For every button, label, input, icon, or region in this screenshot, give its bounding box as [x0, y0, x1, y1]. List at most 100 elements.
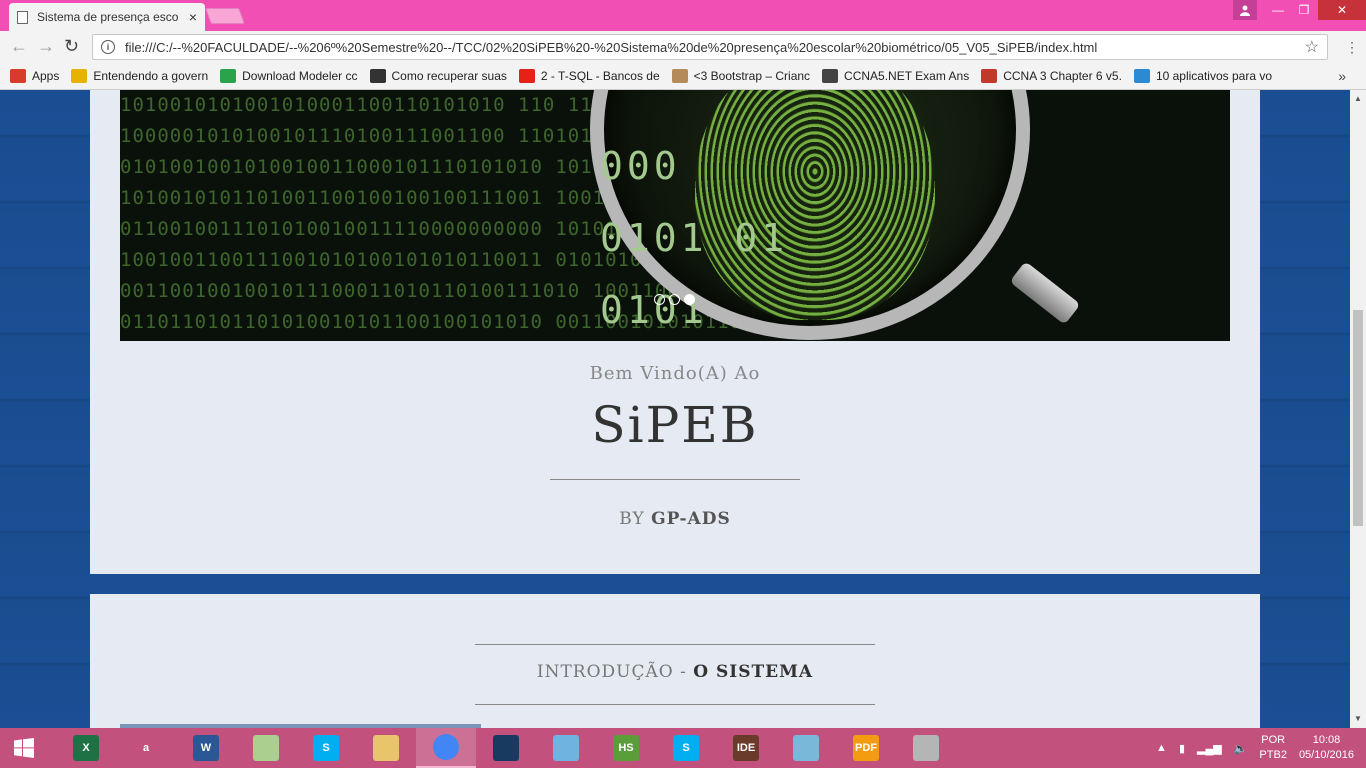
taskbar-app-word[interactable]: W [176, 728, 236, 768]
address-bar[interactable]: i file:///C:/--%20FACULDADE/--%206º%20Se… [92, 34, 1328, 60]
bookmarks-more-button[interactable]: » [1338, 68, 1346, 84]
bookmark-item[interactable]: CCNA5.NET Exam Ans [822, 69, 969, 83]
bookmark-favicon-icon [518, 69, 535, 83]
bookmark-label: Download Modeler cc [242, 69, 358, 83]
clock-time: 10:08 [1312, 734, 1341, 746]
windows-logo-icon [14, 738, 34, 758]
volume-icon[interactable]: 🔈 [1234, 742, 1248, 755]
battery-icon[interactable]: ▮ [1179, 742, 1185, 755]
taskbar-app-app-a[interactable]: a [116, 728, 176, 768]
bookmark-favicon-icon [981, 69, 998, 83]
intro-prefix: INTRODUÇÃO - [536, 662, 694, 682]
bookmark-label: CCNA 3 Chapter 6 v5. [1003, 69, 1122, 83]
app-gallery-icon [253, 735, 279, 761]
brand-title: SiPEB [591, 396, 759, 454]
taskbar-app-hs[interactable]: HS [596, 728, 656, 768]
bookmark-item[interactable]: Como recuperar suas [369, 69, 507, 83]
document-icon [17, 10, 28, 24]
carousel-dot[interactable] [654, 294, 665, 305]
skype-1-icon: S [313, 735, 339, 761]
taskbar-app-app-gallery[interactable] [236, 728, 296, 768]
keyboard-layout: PTB2 [1259, 749, 1287, 761]
minimize-button[interactable]: — [1265, 0, 1291, 20]
taskbar-app-cube[interactable] [536, 728, 596, 768]
bookmark-label: Como recuperar suas [391, 69, 507, 83]
language-indicator[interactable]: POR PTB2 [1259, 733, 1287, 763]
bookmark-star-icon[interactable]: ☆ [1305, 37, 1319, 57]
taskbar-app-chrome[interactable] [416, 728, 476, 768]
excel-icon: X [73, 735, 99, 761]
apps-grid-icon [10, 69, 26, 83]
bookmark-item[interactable]: 2 - T-SQL - Bancos de [518, 69, 660, 83]
hero-panel: 1010010101001010001100110101010 110 1101… [90, 90, 1260, 574]
close-window-button[interactable]: ✕ [1318, 0, 1366, 20]
taskbar-app-pdf[interactable]: PDF [836, 728, 896, 768]
carousel-dot[interactable] [669, 294, 680, 305]
window-titlebar: Sistema de presença esco × — ❐ ✕ [0, 0, 1366, 31]
welcome-text: Bem Vindo(A) Ao [589, 363, 761, 384]
bookmark-item[interactable]: Download Modeler cc [220, 69, 358, 83]
scroll-up-arrow[interactable]: ▲ [1354, 94, 1362, 103]
taskbar-app-skype-2[interactable]: S [656, 728, 716, 768]
virtualbox-icon [493, 735, 519, 761]
tab-title: Sistema de presença esco [37, 10, 179, 24]
taskbar-app-skype-1[interactable]: S [296, 728, 356, 768]
cube-icon [553, 735, 579, 761]
start-button[interactable] [0, 728, 48, 768]
taskbar-app-explorer[interactable] [356, 728, 416, 768]
taskbar-app-app-swirl[interactable] [896, 728, 956, 768]
intro-divider-top [475, 644, 875, 645]
bookmark-favicon-icon [220, 69, 237, 83]
browser-tab[interactable]: Sistema de presença esco × [9, 3, 205, 31]
intro-divider-bottom [475, 704, 875, 705]
lens-binary-row: 0101 [600, 288, 708, 332]
bookmark-label: 10 aplicativos para vo [1155, 69, 1273, 83]
browser-menu-icon[interactable]: ⋮ [1345, 39, 1359, 56]
page-viewport: 1010010101001010001100110101010 110 1101… [0, 90, 1350, 728]
lens-binary-row: 0101 01 [600, 216, 789, 260]
reload-button[interactable]: ↻ [64, 36, 79, 57]
bookmark-item[interactable]: Entendendo a govern [71, 69, 208, 83]
word-icon: W [193, 735, 219, 761]
taskbar-app-app-blue[interactable] [776, 728, 836, 768]
byline: BY GP-ADS [90, 509, 1260, 529]
app-swirl-icon [913, 735, 939, 761]
bookmark-favicon-icon [671, 69, 688, 83]
info-icon[interactable]: i [101, 40, 115, 54]
intro-panel: INTRODUÇÃO - O SISTEMA [90, 594, 1260, 728]
taskbar-app-virtualbox[interactable] [476, 728, 536, 768]
carousel-dot[interactable] [684, 294, 695, 305]
network-icon[interactable]: ▂▄▆ [1197, 742, 1222, 755]
page-scrollbar[interactable]: ▲ ▼ [1350, 90, 1366, 728]
taskbar-app-excel[interactable]: X [56, 728, 116, 768]
bookmark-favicon-icon [71, 69, 88, 83]
bookmark-favicon-icon [1133, 69, 1150, 83]
explorer-icon [373, 735, 399, 761]
scroll-thumb[interactable] [1353, 310, 1363, 526]
skype-2-icon: S [673, 735, 699, 761]
bookmark-item[interactable]: CCNA 3 Chapter 6 v5. [981, 69, 1122, 83]
profile-icon[interactable] [1233, 0, 1257, 20]
tray-up-icon[interactable]: ▲ [1156, 742, 1167, 754]
bookmark-item[interactable]: Apps [10, 69, 59, 83]
url-text[interactable]: file:///C:/--%20FACULDADE/--%206º%20Seme… [125, 40, 1305, 55]
bookmark-label: Entendendo a govern [93, 69, 209, 83]
app-blue-icon [793, 735, 819, 761]
bookmark-item[interactable]: 10 aplicativos para vo [1133, 69, 1273, 83]
system-tray: ▲ ▮ ▂▄▆ 🔈 POR PTB2 10:08 05/10/2016 [1150, 728, 1366, 768]
lens-binary: 000 0101 01 0101 [600, 130, 788, 341]
forward-button[interactable]: → [37, 36, 55, 57]
intro-name: O SISTEMA [693, 662, 814, 682]
clock[interactable]: 10:08 05/10/2016 [1299, 733, 1354, 763]
language-code: POR [1261, 734, 1286, 746]
scroll-down-arrow[interactable]: ▼ [1354, 714, 1362, 723]
hs-icon: HS [613, 735, 639, 761]
bookmark-item[interactable]: <3 Bootstrap – Crianc [671, 69, 811, 83]
tab-close-button[interactable]: × [189, 9, 197, 25]
app-a-icon: a [133, 735, 159, 761]
taskbar-app-java-ee[interactable]: IDE [716, 728, 776, 768]
maximize-button[interactable]: ❐ [1291, 0, 1317, 20]
bookmark-label: <3 Bootstrap – Crianc [693, 69, 811, 83]
back-button[interactable]: ← [10, 36, 28, 57]
new-tab-button[interactable] [205, 8, 245, 24]
